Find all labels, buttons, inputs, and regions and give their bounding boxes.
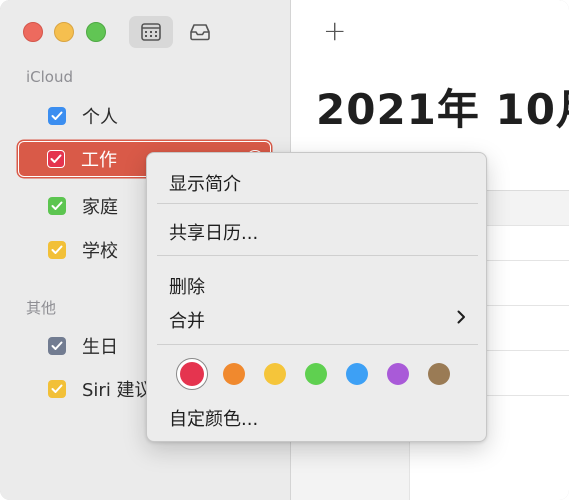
- close-window-button[interactable]: [23, 22, 43, 42]
- calendar-checkbox[interactable]: [48, 380, 66, 398]
- calendar-checkbox[interactable]: [48, 107, 66, 125]
- page-title: 2021年 10月: [316, 85, 569, 134]
- menu-item-delete[interactable]: 删除: [169, 273, 205, 299]
- calendar-grid-icon: [141, 23, 161, 41]
- checkmark-icon: [51, 384, 63, 393]
- menu-separator: [157, 203, 478, 204]
- calendar-item-personal[interactable]: 个人: [18, 98, 271, 134]
- chevron-right-icon: [457, 310, 465, 324]
- color-swatch-green[interactable]: [305, 363, 327, 385]
- color-swatch-red[interactable]: [176, 358, 208, 390]
- context-menu: 显示简介 共享日历... 删除 合并 自定颜色...: [146, 152, 487, 442]
- calendar-checkbox[interactable]: [48, 337, 66, 355]
- checkmark-icon: [51, 245, 63, 254]
- menu-item-show-info[interactable]: 显示简介: [169, 170, 241, 196]
- checkmark-icon: [51, 201, 63, 210]
- checkmark-icon: [51, 111, 63, 120]
- calendar-checkbox[interactable]: [48, 241, 66, 259]
- color-swatch-blue[interactable]: [346, 363, 368, 385]
- section-title-icloud: iCloud: [26, 68, 74, 86]
- menu-item-share-calendar[interactable]: 共享日历...: [169, 219, 258, 245]
- calendar-label: Siri 建议: [82, 380, 153, 401]
- add-event-button[interactable]: +: [323, 14, 346, 47]
- calendar-cell[interactable]: [291, 440, 409, 500]
- section-title-other: 其他: [26, 299, 57, 317]
- calendar-label: 家庭: [82, 197, 118, 218]
- menu-item-custom-color[interactable]: 自定颜色...: [169, 405, 258, 431]
- calendar-label: 生日: [82, 337, 118, 358]
- zoom-window-button[interactable]: [86, 22, 106, 42]
- menu-separator: [157, 255, 478, 256]
- calendar-label: 工作: [81, 150, 117, 171]
- checkmark-icon: [51, 341, 63, 350]
- menu-separator: [157, 344, 478, 345]
- color-dot: [180, 362, 204, 386]
- calendar-checkbox[interactable]: [48, 197, 66, 215]
- calendar-label: 个人: [82, 107, 118, 128]
- menu-item-merge[interactable]: 合并: [169, 307, 205, 333]
- calendar-checkbox[interactable]: [47, 150, 65, 168]
- calendar-label: 学校: [82, 241, 118, 262]
- color-swatch-orange[interactable]: [223, 363, 245, 385]
- color-swatch-brown[interactable]: [428, 363, 450, 385]
- color-swatch-purple[interactable]: [387, 363, 409, 385]
- calendar-list-toggle-button[interactable]: [129, 16, 173, 48]
- inbox-tray-icon: [190, 24, 210, 41]
- checkmark-icon: [50, 154, 62, 163]
- calendar-window: iCloud 个人 工作 家庭 学校 其他 生日 Siri 建议 + 2021年…: [0, 0, 569, 500]
- inbox-button[interactable]: [178, 16, 222, 48]
- color-swatch-yellow[interactable]: [264, 363, 286, 385]
- minimize-window-button[interactable]: [54, 22, 74, 42]
